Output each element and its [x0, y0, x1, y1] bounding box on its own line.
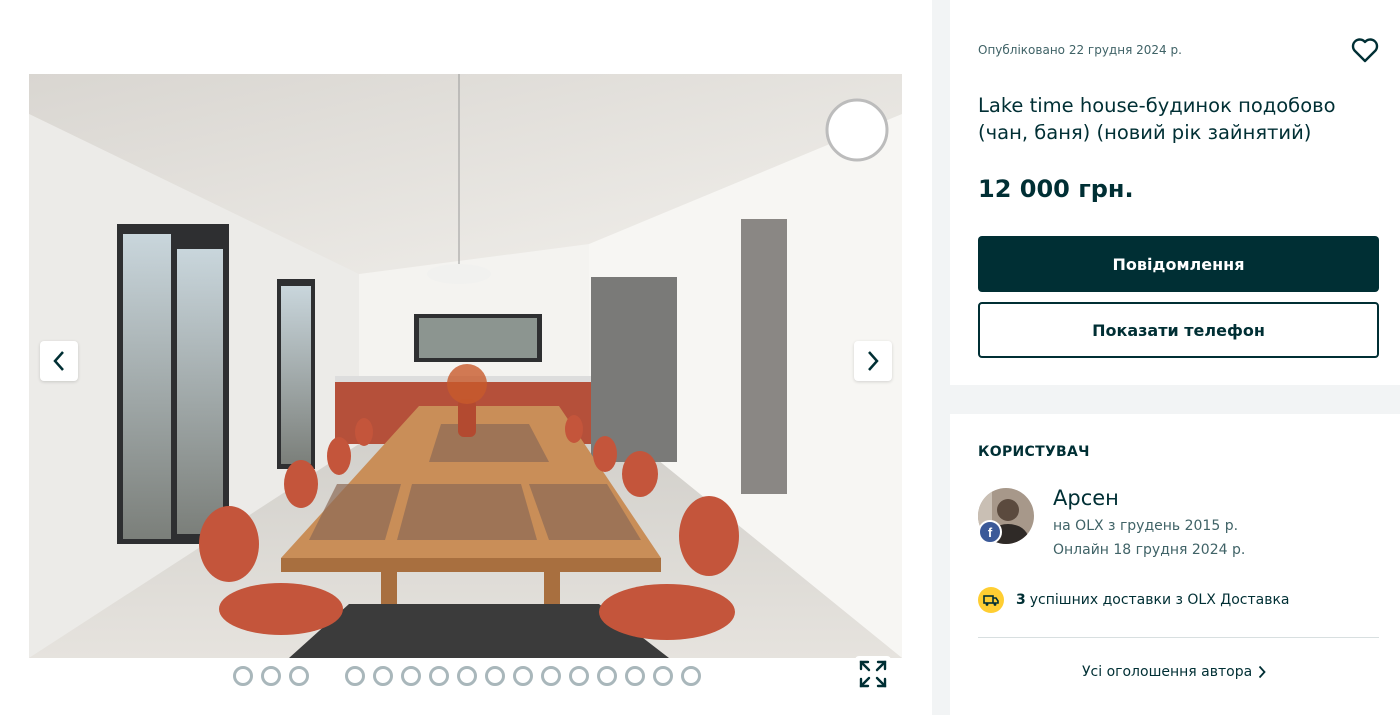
gallery-dot[interactable]	[541, 666, 561, 686]
heart-icon[interactable]	[1351, 37, 1379, 63]
gallery-dot[interactable]	[625, 666, 645, 686]
gallery-dot[interactable]	[653, 666, 673, 686]
ad-title: Lake time house-будинок подобово (чан, б…	[978, 94, 1336, 144]
fullscreen-button[interactable]	[855, 656, 891, 692]
delivery-label: успішних доставки з OLX Доставка	[1029, 592, 1290, 608]
chevron-left-icon	[53, 351, 64, 371]
divider	[978, 637, 1379, 638]
gallery-dot[interactable]	[569, 666, 589, 686]
gallery-next-button[interactable]	[854, 341, 892, 381]
all-ads-link[interactable]: Усі оголошення автора	[1082, 664, 1266, 680]
listing-photo-image	[29, 74, 902, 658]
delivery-truck-icon	[978, 587, 1004, 613]
delivery-count: 3	[1016, 592, 1026, 608]
ad-price: 12 000 грн.	[978, 175, 1134, 203]
user-name[interactable]: Арсен	[1053, 486, 1119, 510]
delivery-stats: 3 успішних доставки з OLX Доставка	[1016, 592, 1289, 608]
gallery-dot[interactable]	[457, 666, 477, 686]
gallery-dots	[233, 666, 709, 686]
gallery-dot[interactable]	[261, 666, 281, 686]
all-ads-label: Усі оголошення автора	[1082, 664, 1253, 680]
expand-icon	[859, 660, 887, 688]
message-button[interactable]: Повідомлення	[978, 236, 1379, 292]
gallery-dot[interactable]	[681, 666, 701, 686]
chevron-right-icon	[868, 351, 879, 371]
user-last-online: Онлайн 18 грудня 2024 р.	[1053, 542, 1246, 558]
gallery-dot[interactable]	[513, 666, 533, 686]
show-phone-button[interactable]: Показати телефон	[978, 302, 1379, 358]
user-card: КОРИСТУВАЧ f Арсен на OLX з грудень 2015…	[950, 414, 1400, 715]
chevron-right-icon	[1259, 665, 1266, 679]
gallery-dot[interactable]	[485, 666, 505, 686]
user-since: на OLX з грудень 2015 р.	[1053, 518, 1239, 534]
listing-photo[interactable]	[29, 74, 902, 658]
gallery-dot[interactable]	[373, 666, 393, 686]
gallery-prev-button[interactable]	[40, 341, 78, 381]
gallery-dot[interactable]	[289, 666, 309, 686]
posted-date: Опубліковано 22 грудня 2024 р.	[978, 43, 1182, 57]
gallery-dot[interactable]	[597, 666, 617, 686]
gallery-dot[interactable]	[401, 666, 421, 686]
gallery-dot[interactable]	[345, 666, 365, 686]
ad-details-card: Опубліковано 22 грудня 2024 р. Lake time…	[950, 0, 1400, 385]
facebook-icon: f	[978, 520, 1002, 544]
gallery-card	[0, 0, 932, 715]
user-heading: КОРИСТУВАЧ	[978, 444, 1090, 460]
gallery-dot[interactable]	[429, 666, 449, 686]
gallery-dot[interactable]	[233, 666, 253, 686]
